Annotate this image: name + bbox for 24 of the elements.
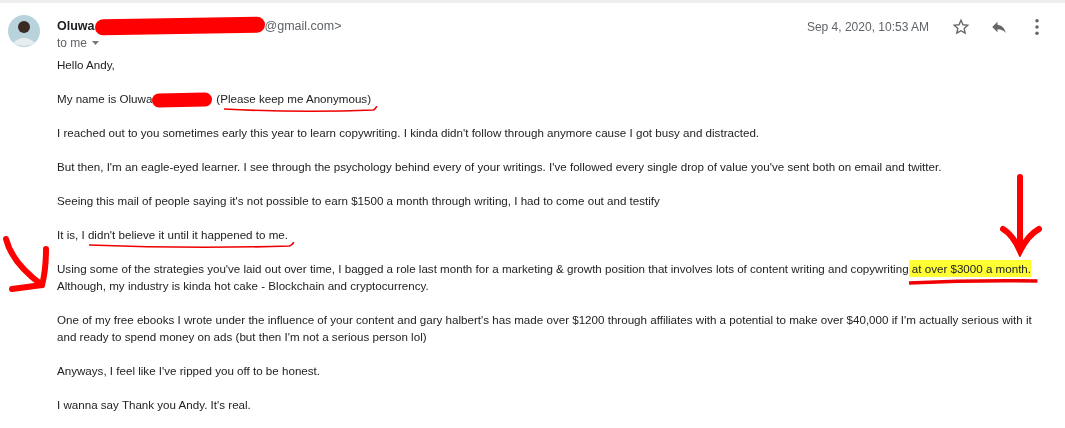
- text-run: Anyways, I feel like I've ripped you off to be honest.: [57, 364, 320, 377]
- text-run: My name is Oluwa: [57, 92, 153, 105]
- text-run: Although, my industry is kinda hot cake - Blockchain and cryptocurrency.: [57, 279, 429, 292]
- text-run: It is,: [57, 228, 80, 241]
- text-run: Using some of the strategies you've laid out over time, I bagged a role last month for a marketing & growth position that involves lots of content writing and copywriting: [57, 262, 909, 275]
- sender-email: @gmail.com>: [264, 19, 342, 33]
- star-icon: [952, 18, 970, 36]
- text-run: Hello Andy,: [57, 58, 115, 71]
- caret-icon: [92, 41, 99, 45]
- arrow-annotation: [2, 235, 52, 293]
- sender-name: Oluwa: [57, 19, 95, 33]
- redaction-mark: [152, 92, 213, 108]
- recipient-dropdown[interactable]: to me: [57, 36, 99, 50]
- text-run: Seeing this mail of people saying it's not possible to earn $1500 a month through writing, I had to come out and testify: [57, 194, 660, 207]
- text-run: I wanna say Thank you Andy. It's real.: [57, 398, 251, 411]
- avatar: [8, 15, 40, 47]
- text-run: I reached out to you sometimes early this year to learn copywriting. I kinda didn't follow through anymore cause I got busy and distracted.: [57, 126, 760, 139]
- more-icon: [1035, 19, 1039, 35]
- underlined-text: (Please keep me Anonymous): [216, 92, 372, 105]
- text-run: One of my free ebooks I wrote under the influence of your content and gary halbert's has made over $1200 through affiliates with a potential to make over $40,000 if I'm actually serious with it: [57, 313, 1032, 326]
- message-date: Sep 4, 2020, 10:53 AM: [806, 20, 929, 34]
- text-run: and ready to spend money on ads (but then I'm not a serious person lol): [57, 330, 427, 343]
- underlined-text: I didn't believe it until it happened to me.: [81, 228, 288, 241]
- text-run: But then, I'm an eagle-eyed learner. I see through the psychology behind every of your writings. I've followed every single drop of value you've sent both on email and twitter.: [57, 160, 942, 173]
